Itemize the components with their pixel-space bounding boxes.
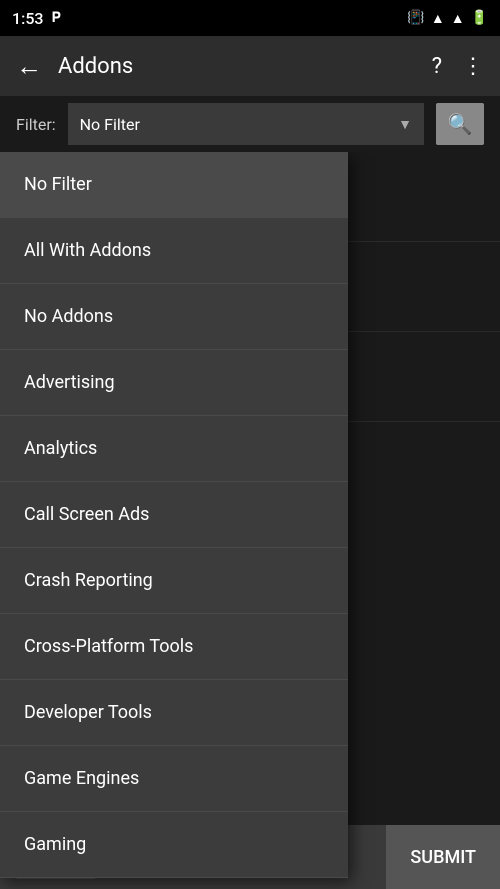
dropdown-item-label: Game Engines: [24, 768, 139, 789]
filter-selected-value: No Filter: [80, 115, 140, 134]
wifi-icon: ▲: [431, 10, 445, 27]
main-content: s, Android NDK,eal, Chartboost,e, Fireba…: [0, 152, 500, 889]
dropdown-item-label: Call Screen Ads: [24, 504, 149, 525]
dropdown-item-gaming[interactable]: Gaming: [0, 812, 348, 878]
status-bar: 1:53 𝐏 📳 ▲ ▲ 🔋: [0, 0, 500, 36]
submit-button[interactable]: SUBMIT: [386, 825, 500, 889]
dropdown-arrow-icon: ▼: [398, 116, 412, 133]
status-right: 📳 ▲ ▲ 🔋: [407, 10, 488, 27]
dropdown-item-cross-platform-tools[interactable]: Cross-Platform Tools: [0, 614, 348, 680]
dropdown-item-no-addons[interactable]: No Addons: [0, 284, 348, 350]
dropdown-item-label: No Filter: [24, 174, 92, 195]
dropdown-item-label: Advertising: [24, 372, 115, 393]
dropdown-item-all-with-addons[interactable]: All With Addons: [0, 218, 348, 284]
dropdown-item-call-screen-ads[interactable]: Call Screen Ads: [0, 482, 348, 548]
top-actions: ? ⋮: [432, 54, 484, 79]
pushbullet-icon: 𝐏: [52, 10, 61, 26]
dropdown-item-advertising[interactable]: Advertising: [0, 350, 348, 416]
more-options-button[interactable]: ⋮: [462, 54, 484, 79]
dropdown-item-developer-tools[interactable]: Developer Tools: [0, 680, 348, 746]
dropdown-item-label: Gaming: [24, 834, 86, 855]
dropdown-item-label: Developer Tools: [24, 702, 152, 723]
search-button[interactable]: 🔍: [436, 103, 484, 145]
top-bar: ← Addons ? ⋮: [0, 36, 500, 96]
dropdown-item-label: Crash Reporting: [24, 570, 153, 591]
battery-icon: 🔋: [471, 10, 488, 26]
dropdown-item-label: Analytics: [24, 438, 97, 459]
filter-dropdown-menu: No Filter All With Addons No Addons Adve…: [0, 152, 348, 878]
dropdown-item-label: No Addons: [24, 306, 113, 327]
status-time: 1:53: [12, 9, 44, 28]
dropdown-item-no-filter[interactable]: No Filter: [0, 152, 348, 218]
back-icon: ←: [16, 51, 42, 82]
filter-label: Filter:: [16, 115, 56, 134]
filter-dropdown[interactable]: No Filter ▼: [68, 103, 424, 145]
dropdown-item-label: All With Addons: [24, 240, 151, 261]
filter-row: Filter: No Filter ▼ 🔍: [0, 96, 500, 152]
status-left: 1:53 𝐏: [12, 9, 61, 28]
dropdown-item-crash-reporting[interactable]: Crash Reporting: [0, 548, 348, 614]
back-button[interactable]: ←: [16, 51, 42, 82]
submit-label: SUBMIT: [410, 847, 476, 868]
search-icon: 🔍: [448, 112, 473, 136]
page-title: Addons: [58, 54, 416, 79]
dropdown-item-analytics[interactable]: Analytics: [0, 416, 348, 482]
dropdown-item-label: Cross-Platform Tools: [24, 636, 193, 657]
dropdown-item-game-engines[interactable]: Game Engines: [0, 746, 348, 812]
signal-icon: ▲: [451, 10, 465, 27]
vibrate-icon: 📳: [407, 10, 424, 26]
help-button[interactable]: ?: [432, 54, 442, 79]
